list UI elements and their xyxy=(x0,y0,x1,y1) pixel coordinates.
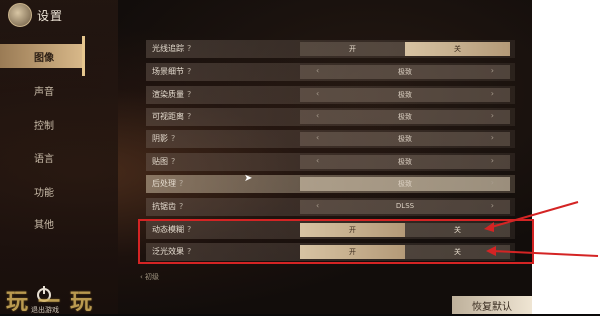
sidebar-item-label: 控制 xyxy=(34,120,54,132)
setting-row-scene-detail: 场景细节? ‹ 极致 › xyxy=(146,63,515,81)
scene-detail-selector[interactable]: ‹ 极致 › xyxy=(300,65,510,79)
sidebar-item-other[interactable]: 其他 xyxy=(0,211,96,235)
sidebar-item-label: 图像 xyxy=(34,52,54,64)
help-icon[interactable]: ? xyxy=(179,179,183,188)
texture-selector[interactable]: ‹ 极致 › xyxy=(300,155,510,169)
help-icon[interactable]: ? xyxy=(187,44,191,53)
chevron-right-icon[interactable]: › xyxy=(491,133,494,142)
setting-row-post-processing: 后处理? ‹ 极致 › xyxy=(146,175,515,193)
toggle-on-option[interactable]: 开 xyxy=(300,42,405,56)
sidebar-item-graphics[interactable]: 图像 xyxy=(0,44,84,68)
help-icon[interactable]: ? xyxy=(187,112,191,121)
selector-value: 极致 xyxy=(398,68,412,76)
ray-tracing-toggle[interactable]: 开 关 xyxy=(300,42,510,56)
page-title: 设置 xyxy=(37,9,64,23)
selector-value: 极致 xyxy=(398,158,412,166)
chevron-right-icon[interactable]: › xyxy=(491,66,494,75)
setting-label: 场景细节 xyxy=(152,67,184,76)
setting-row-shadow: 阴影? ‹ 极致 › xyxy=(146,130,515,148)
blank-margin xyxy=(532,0,600,314)
active-tab-indicator xyxy=(82,36,85,76)
reset-default-button[interactable]: 恢复默认 xyxy=(452,296,532,314)
view-distance-selector[interactable]: ‹ 极致 › xyxy=(300,110,510,124)
chevron-right-icon[interactable]: › xyxy=(491,111,494,120)
setting-label: 抗锯齿 xyxy=(152,202,176,211)
preset-label: 初级 xyxy=(145,273,160,281)
help-icon[interactable]: ? xyxy=(187,90,191,99)
help-icon[interactable]: ? xyxy=(179,202,183,211)
setting-row-render-quality: 渲染质量? ‹ 极致 › xyxy=(146,86,515,104)
chevron-right-icon[interactable]: › xyxy=(491,178,494,187)
setting-row-texture: 贴图? ‹ 极致 › xyxy=(146,153,515,171)
setting-label: 渲染质量 xyxy=(152,90,184,99)
setting-label: 可视距离 xyxy=(152,112,184,121)
setting-label: 后处理 xyxy=(152,179,176,188)
setting-row-view-distance: 可视距离? ‹ 极致 › xyxy=(146,108,515,126)
selector-value: 极致 xyxy=(398,113,412,121)
selector-value: 极致 xyxy=(398,135,412,143)
help-icon[interactable]: ? xyxy=(171,134,175,143)
shadow-selector[interactable]: ‹ 极致 › xyxy=(300,132,510,146)
annotation-highlight-box xyxy=(138,219,534,264)
selector-value: 极致 xyxy=(398,180,412,188)
sidebar-item-sound[interactable]: 声音 xyxy=(0,78,96,102)
help-icon[interactable]: ? xyxy=(171,157,175,166)
chevron-right-icon[interactable]: › xyxy=(491,201,494,210)
setting-label: 贴图 xyxy=(152,157,168,166)
sidebar-item-language[interactable]: 语言 xyxy=(0,145,96,169)
sidebar-item-label: 声音 xyxy=(34,86,54,98)
game-window: 设置 图像 声音 控制 语言 功能 其他 光线追踪? 开 关 场景细节? ‹ 极致… xyxy=(0,0,532,314)
settings-emblem-icon xyxy=(8,3,32,27)
toggle-off-option[interactable]: 关 xyxy=(405,42,510,56)
setting-label: 光线追踪 xyxy=(152,44,184,53)
sidebar-item-label: 其他 xyxy=(34,219,54,231)
help-icon[interactable]: ? xyxy=(187,67,191,76)
watermark-logo: 玩一玩 xyxy=(6,290,103,315)
mouse-cursor-icon: ➤ xyxy=(244,173,253,184)
setting-row-anti-aliasing: 抗锯齿? ‹ DLSS › xyxy=(146,198,515,216)
setting-label: 阴影 xyxy=(152,134,168,143)
anti-aliasing-selector[interactable]: ‹ DLSS › xyxy=(300,200,510,214)
render-quality-selector[interactable]: ‹ 极致 › xyxy=(300,88,510,102)
chevron-right-icon[interactable]: › xyxy=(491,156,494,165)
sidebar-item-label: 功能 xyxy=(34,187,54,199)
sidebar-item-function[interactable]: 功能 xyxy=(0,179,96,203)
selector-value: DLSS xyxy=(395,202,415,210)
preset-link[interactable]: ‹ 初级 xyxy=(140,272,159,282)
sidebar-item-control[interactable]: 控制 xyxy=(0,112,96,136)
selector-value: 极致 xyxy=(398,91,412,99)
sidebar-item-label: 语言 xyxy=(34,153,54,165)
post-processing-selector[interactable]: ‹ 极致 › xyxy=(300,177,510,191)
setting-row-ray-tracing: 光线追踪? 开 关 xyxy=(146,40,515,58)
chevron-right-icon[interactable]: › xyxy=(491,89,494,98)
